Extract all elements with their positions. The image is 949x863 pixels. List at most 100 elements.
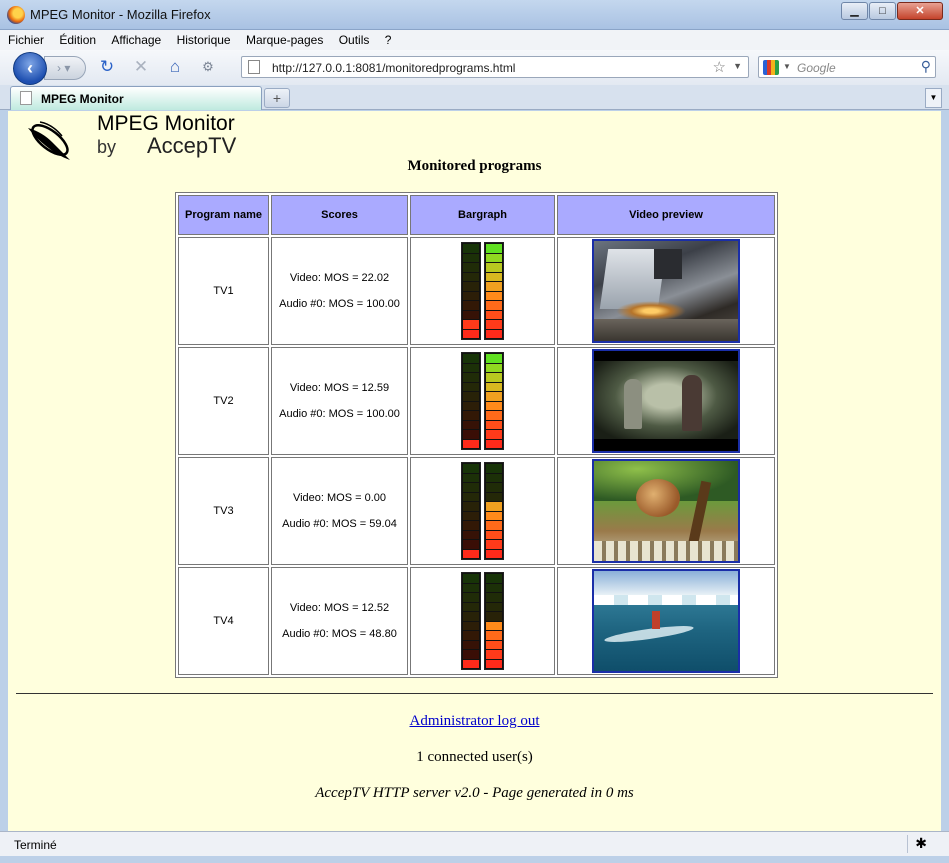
extension-icon[interactable]: ⚙ [197, 57, 219, 77]
menu-fichier[interactable]: Fichier [0, 30, 50, 47]
meter-segment [486, 382, 502, 391]
menu-help[interactable]: ? [379, 30, 398, 47]
acceptv-logo-icon [28, 121, 70, 160]
tab-list-dropdown-icon[interactable]: ▼ [925, 88, 942, 108]
search-input[interactable]: Google [797, 61, 836, 75]
admin-logout-link[interactable]: Administrator log out [8, 713, 941, 730]
meter-segment [463, 659, 479, 668]
meter-segment [486, 282, 502, 291]
meter-segment [463, 253, 479, 262]
menu-bar: Fichier Édition Affichage Historique Mar… [0, 30, 949, 50]
meter-segment [486, 640, 502, 649]
audio-score: Audio #0: MOS = 59.04 [282, 517, 397, 530]
program-name: TV4 [178, 567, 269, 675]
header-program-name: Program name [178, 195, 269, 235]
meter-segment [463, 621, 479, 630]
page-icon [20, 91, 32, 105]
meter-segment [486, 430, 502, 439]
menu-historique[interactable]: Historique [171, 30, 237, 47]
divider [16, 693, 933, 694]
new-tab-button[interactable]: + [264, 88, 290, 108]
meter-segment [486, 401, 502, 410]
menu-edition[interactable]: Édition [53, 30, 102, 47]
video-preview-thumbnail[interactable] [592, 239, 740, 343]
bookmark-star-icon[interactable]: ☆ [713, 58, 726, 76]
meter-segment [486, 244, 502, 253]
bargraph [461, 462, 504, 560]
meter-segment [463, 382, 479, 391]
meter-segment [463, 310, 479, 319]
video-level-bar [461, 572, 481, 670]
bargraph [461, 242, 504, 340]
meter-segment [463, 439, 479, 448]
table-row: TV2 Video: MOS = 12.59 Audio #0: MOS = 1… [178, 347, 775, 455]
title-bar: MPEG Monitor - Mozilla Firefox ▁ □ ✕ [0, 0, 949, 30]
google-icon[interactable] [763, 60, 779, 75]
search-bar[interactable]: ▼ Google ⚲ [758, 56, 936, 78]
video-level-bar [461, 462, 481, 560]
video-preview-thumbnail[interactable] [592, 349, 740, 453]
menu-outils[interactable]: Outils [333, 30, 376, 47]
meter-segment [486, 473, 502, 482]
meter-segment [463, 612, 479, 621]
menu-marque-pages[interactable]: Marque-pages [240, 30, 329, 47]
video-preview-thumbnail[interactable] [592, 459, 740, 563]
scores-cell: Video: MOS = 12.59 Audio #0: MOS = 100.0… [271, 347, 408, 455]
bargraph-cell [410, 347, 555, 455]
maximize-button[interactable]: □ [869, 2, 896, 20]
reload-icon[interactable]: ↻ [96, 57, 118, 77]
url-text[interactable]: http://127.0.0.1:8081/monitoredprograms.… [272, 61, 515, 75]
home-icon[interactable]: ⌂ [164, 57, 186, 77]
back-button[interactable]: ‹ [13, 52, 47, 85]
bargraph [461, 352, 504, 450]
table-row: TV1 Video: MOS = 22.02 Audio #0: MOS = 1… [178, 237, 775, 345]
url-dropdown-icon[interactable]: ▼ [733, 61, 742, 71]
server-footer: AccepTV HTTP server v2.0 - Page generate… [315, 785, 634, 801]
meter-segment [486, 631, 502, 640]
meter-segment [486, 320, 502, 329]
meter-segment [463, 464, 479, 473]
window-title: MPEG Monitor - Mozilla Firefox [30, 7, 211, 22]
program-name: TV2 [178, 347, 269, 455]
header-video-preview: Video preview [557, 195, 775, 235]
meter-segment [486, 420, 502, 429]
video-score: Video: MOS = 0.00 [292, 491, 387, 504]
audio-score: Audio #0: MOS = 48.80 [282, 627, 397, 640]
audio-level-bar [484, 572, 504, 670]
video-score: Video: MOS = 12.52 [289, 601, 390, 614]
menu-affichage[interactable]: Affichage [105, 30, 167, 47]
video-preview-thumbnail[interactable] [592, 569, 740, 673]
table-header-row: Program name Scores Bargraph Video previ… [178, 195, 775, 235]
url-bar[interactable]: http://127.0.0.1:8081/monitoredprograms.… [241, 56, 749, 78]
meter-segment [463, 244, 479, 253]
meter-segment [463, 320, 479, 329]
minimize-button[interactable]: ▁ [841, 2, 868, 20]
tab-mpeg-monitor[interactable]: MPEG Monitor [10, 86, 262, 110]
scores-cell: Video: MOS = 22.02 Audio #0: MOS = 100.0… [271, 237, 408, 345]
logo-by: by [97, 137, 117, 157]
audio-score: Audio #0: MOS = 100.00 [279, 407, 400, 420]
meter-segment [486, 329, 502, 338]
preview-cell [557, 567, 775, 675]
status-text: Terminé [14, 838, 57, 852]
scores-cell: Video: MOS = 0.00 Audio #0: MOS = 59.04 [271, 457, 408, 565]
search-engine-dropdown-icon[interactable]: ▼ [783, 62, 791, 71]
close-button[interactable]: ✕ [897, 2, 943, 20]
meter-segment [463, 301, 479, 310]
search-icon[interactable]: ⚲ [921, 58, 931, 75]
meter-segment [463, 602, 479, 611]
programs-table: Program name Scores Bargraph Video previ… [175, 192, 778, 678]
meter-segment [486, 574, 502, 583]
bargraph-cell [410, 457, 555, 565]
firebug-icon[interactable]: ✱ [907, 835, 927, 853]
bargraph-cell [410, 237, 555, 345]
meter-segment [463, 502, 479, 511]
meter-segment [486, 272, 502, 281]
meter-segment [463, 373, 479, 382]
stop-icon[interactable]: ✕ [130, 57, 152, 77]
video-score: Video: MOS = 12.59 [289, 381, 390, 394]
connected-users: 1 connected user(s) [416, 749, 533, 765]
forward-button[interactable]: › ▾ [44, 56, 86, 80]
meter-segment [463, 411, 479, 420]
meter-segment [486, 612, 502, 621]
